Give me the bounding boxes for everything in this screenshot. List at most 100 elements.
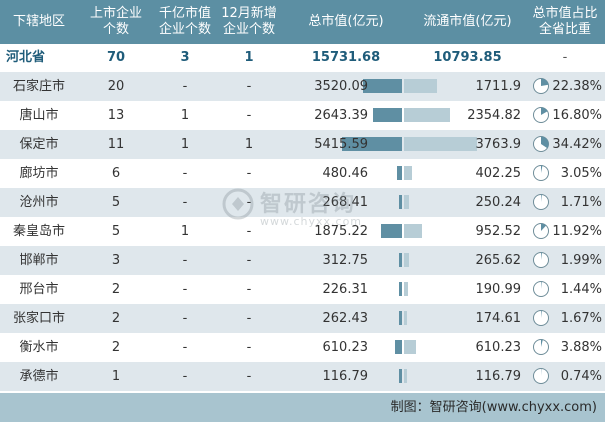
region-cell: 邯郸市 — [19, 253, 59, 268]
circ-cap-bar — [404, 311, 408, 325]
over-100b-cell: - — [182, 79, 188, 94]
region-cell: 沧州市 — [19, 195, 59, 210]
circ-cap-cell: 265.62 — [475, 253, 522, 268]
circ-cap-cell: 952.52 — [475, 224, 522, 239]
table-row: 唐山市 13 1 - 2643.39 2354.82 16.80% — [0, 101, 605, 130]
header-over-100b: 千亿市值 企业个数 — [158, 6, 211, 37]
listed-cell: 2 — [111, 311, 121, 326]
table-row: 廊坊市 6 - - 480.46 402.25 3.05% — [0, 159, 605, 188]
market-cap-table: 下辖地区 上市企业 个数 千亿市值 企业个数 12月新增 企业个数 总市值(亿元… — [0, 0, 605, 422]
new-dec-cell: - — [246, 340, 252, 355]
total-cap-cell: 610.23 — [322, 340, 369, 355]
province-total-cap: 15731.68 — [311, 50, 381, 65]
table-row: 承德市 1 - - 116.79 116.79 0.74% — [0, 362, 605, 391]
province-region: 河北省 — [6, 50, 46, 65]
total-cap-bar — [395, 340, 402, 354]
header-total-cap: 总市值(亿元) — [308, 14, 384, 29]
circ-cap-cell: 116.79 — [475, 369, 522, 384]
footer: 制图：智研咨询(www.chyxx.com) — [0, 393, 605, 422]
circ-cap-bar — [404, 195, 409, 209]
circ-cap-bar — [404, 79, 438, 93]
total-cap-cell: 5415.59 — [314, 137, 368, 152]
listed-cell: 6 — [111, 166, 121, 181]
region-cell: 秦皇岛市 — [12, 224, 65, 239]
table-row: 邯郸市 3 - - 312.75 265.62 1.99% — [0, 246, 605, 275]
share-cell: 34.42% — [552, 137, 602, 152]
share-pie-icon — [533, 136, 549, 152]
region-cell: 石家庄市 — [12, 79, 65, 94]
total-cap-cell: 116.79 — [322, 369, 369, 384]
over-100b-cell: - — [182, 340, 188, 355]
share-pie-icon — [533, 223, 549, 239]
share-cell: 3.88% — [560, 340, 602, 355]
share-cell: 22.38% — [552, 79, 602, 94]
share-pie-icon — [533, 194, 549, 210]
header-region: 下辖地区 — [12, 14, 65, 29]
share-cell: 1.71% — [560, 195, 602, 210]
over-100b-cell: - — [182, 369, 188, 384]
new-dec-cell: 1 — [244, 137, 254, 152]
listed-cell: 3 — [111, 253, 121, 268]
region-cell: 保定市 — [19, 137, 59, 152]
header-listed: 上市企业 个数 — [89, 6, 142, 37]
total-cap-bar — [399, 311, 402, 325]
circ-cap-bar — [404, 282, 408, 296]
table-row: 秦皇岛市 5 1 - 1875.22 952.52 11.92% — [0, 217, 605, 246]
header-share: 总市值占比 全省比重 — [532, 6, 598, 37]
circ-cap-cell: 1711.9 — [475, 79, 522, 94]
listed-cell: 1 — [111, 369, 121, 384]
new-dec-cell: - — [246, 311, 252, 326]
listed-cell: 2 — [111, 282, 121, 297]
total-cap-bar — [363, 79, 402, 93]
table-header: 下辖地区 上市企业 个数 千亿市值 企业个数 12月新增 企业个数 总市值(亿元… — [0, 0, 605, 44]
total-cap-bar — [372, 108, 402, 122]
circ-cap-bar — [404, 340, 416, 354]
region-cell: 唐山市 — [19, 108, 59, 123]
table-row: 衡水市 2 - - 610.23 610.23 3.88% — [0, 333, 605, 362]
share-pie-icon — [533, 252, 549, 268]
over-100b-cell: - — [182, 253, 188, 268]
new-dec-cell: - — [246, 369, 252, 384]
share-pie-icon — [533, 310, 549, 326]
share-cell: 0.74% — [560, 369, 602, 384]
circ-cap-cell: 2354.82 — [467, 108, 521, 123]
total-cap-cell: 262.43 — [322, 311, 369, 326]
share-cell: 11.92% — [552, 224, 602, 239]
listed-cell: 2 — [111, 340, 121, 355]
share-pie-icon — [533, 368, 549, 384]
province-row: 河北省 70 3 1 15731.68 10793.85 - — [0, 44, 605, 72]
total-cap-cell: 2643.39 — [314, 108, 368, 123]
table-row: 张家口市 2 - - 262.43 174.61 1.67% — [0, 304, 605, 333]
total-cap-bar — [399, 369, 402, 383]
province-new-dec: 1 — [244, 50, 254, 65]
listed-cell: 20 — [107, 79, 125, 94]
share-cell: 3.05% — [560, 166, 602, 181]
total-cap-bar — [396, 166, 402, 180]
new-dec-cell: - — [246, 282, 252, 297]
listed-cell: 5 — [111, 195, 121, 210]
circ-cap-bar — [404, 369, 407, 383]
share-pie-icon — [533, 78, 549, 94]
share-cell: 1.99% — [560, 253, 602, 268]
over-100b-cell: - — [182, 195, 188, 210]
circ-cap-cell: 190.99 — [475, 282, 522, 297]
province-over-100b: 3 — [180, 50, 190, 65]
total-cap-cell: 268.41 — [322, 195, 369, 210]
total-cap-cell: 480.46 — [322, 166, 369, 181]
region-cell: 邢台市 — [19, 282, 59, 297]
share-pie-icon — [533, 165, 549, 181]
province-circ-cap: 10793.85 — [433, 50, 502, 65]
share-cell: 1.67% — [560, 311, 602, 326]
circ-cap-bar — [404, 224, 423, 238]
total-cap-cell: 3520.09 — [314, 79, 368, 94]
total-cap-cell: 1875.22 — [314, 224, 368, 239]
region-cell: 承德市 — [19, 369, 59, 384]
over-100b-cell: - — [182, 311, 188, 326]
table-row: 沧州市 5 - - 268.41 250.24 1.71% — [0, 188, 605, 217]
new-dec-cell: - — [246, 108, 252, 123]
share-pie-icon — [533, 281, 549, 297]
region-cell: 张家口市 — [12, 311, 65, 326]
total-cap-bar — [399, 282, 402, 296]
circ-cap-cell: 610.23 — [475, 340, 522, 355]
province-listed: 70 — [106, 50, 126, 65]
